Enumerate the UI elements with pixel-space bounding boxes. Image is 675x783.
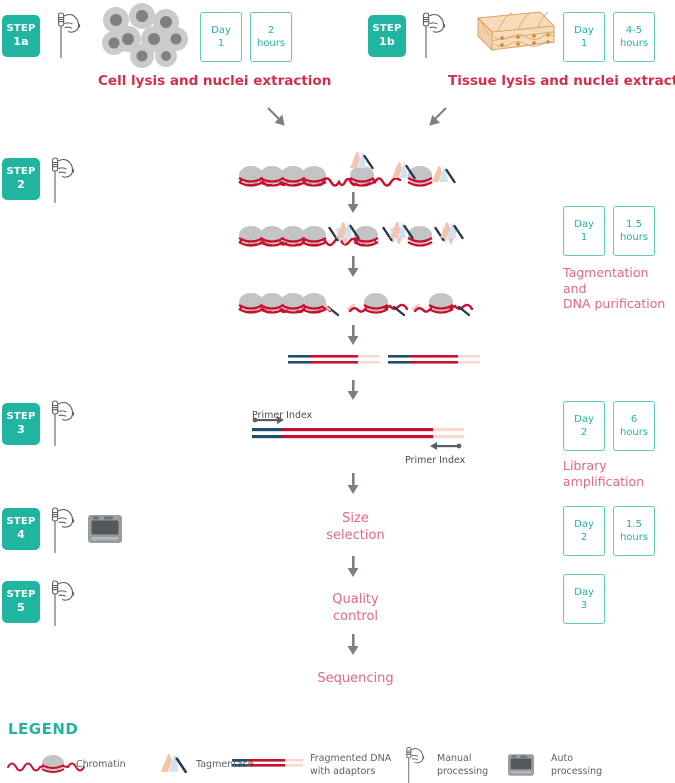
- duration-value: 6: [630, 413, 638, 425]
- flow-arrows: [347, 192, 359, 655]
- day-box-step2: Day 1: [563, 206, 605, 256]
- step-badge-number: 1a: [13, 35, 29, 49]
- day-label: Day: [574, 518, 594, 530]
- step-badge-3[interactable]: STEP 3: [2, 403, 40, 445]
- step-badge-label: STEP: [6, 165, 36, 177]
- duration-box-step3: 6 hours: [613, 401, 655, 451]
- tagmentase-icon: [348, 150, 374, 170]
- primer-index-top-label: Primer Index: [252, 410, 313, 421]
- tagmentase-icon: [438, 220, 464, 240]
- legend-label-tagmentase: Tagmentase: [196, 759, 254, 770]
- day-value: 3: [580, 600, 588, 611]
- hand-pipette-icon: [57, 12, 81, 59]
- side-label-step2: Tagmentation and DNA purification: [563, 265, 666, 312]
- duration-unit: hours: [619, 232, 649, 243]
- step-badge-number: 1b: [379, 35, 395, 49]
- primer-index-bottom-label: Primer Index: [405, 455, 466, 466]
- arrow-down: [347, 380, 359, 400]
- chromatin-row-1: [238, 150, 456, 187]
- duration-box-step1a: 2 hours: [250, 12, 292, 62]
- illustration-layer: [7, 3, 555, 783]
- day-label: Day: [211, 24, 231, 36]
- duration-unit: hours: [619, 38, 649, 49]
- step-badge-1a[interactable]: STEP 1a: [2, 15, 40, 57]
- step-badge-number: 3: [17, 423, 25, 437]
- caption-step1a: Cell lysis and nuclei extraction: [98, 73, 332, 89]
- day-label: Day: [574, 413, 594, 425]
- legend-label-chromatin: Chromatin: [76, 759, 126, 770]
- day-value: 2: [580, 427, 588, 438]
- step-badge-4[interactable]: STEP 4: [2, 508, 40, 550]
- arrow-down: [347, 325, 359, 345]
- amplified-library: [252, 416, 464, 450]
- duration-box-step4: 1.5 hours: [613, 506, 655, 556]
- day-box-step1a: Day 1: [200, 12, 242, 62]
- primer-arrow-bottom: [430, 442, 462, 450]
- duration-unit: hours: [256, 38, 286, 49]
- flow-label-size-selection: Size selection: [326, 511, 385, 543]
- tagmentase-icon: [430, 164, 456, 184]
- duration-value: 2: [267, 24, 275, 36]
- fragmented-dna-row: [288, 355, 480, 364]
- step-badge-2[interactable]: STEP 2: [2, 158, 40, 200]
- step-badge-5[interactable]: STEP 5: [2, 581, 40, 623]
- duration-unit: hours: [619, 532, 649, 543]
- converging-arrows: [267, 107, 447, 126]
- arrow-down: [347, 556, 359, 577]
- step-badge-number: 4: [17, 528, 25, 542]
- legend-label-manual: Manual processing: [437, 753, 489, 777]
- duration-value: 1.5: [626, 218, 642, 230]
- legend-label-auto: Auto processing: [551, 753, 603, 777]
- step-badge-number: 2: [17, 178, 25, 192]
- hand-pipette-icon: [51, 507, 75, 554]
- day-label: Day: [574, 218, 594, 230]
- hand-pipette-icon: [51, 580, 75, 627]
- hand-pipette-icon: [51, 157, 75, 204]
- flow-label-sequencing: Sequencing: [317, 671, 394, 686]
- legend-auto-processor-icon: [508, 754, 534, 776]
- day-value: 1: [580, 38, 588, 49]
- duration-box-step1b: 4-5 hours: [613, 12, 655, 62]
- day-value: 1: [217, 38, 225, 49]
- tissue-block-icon: [477, 11, 555, 52]
- arrow-down: [347, 473, 359, 494]
- cell-cluster-icon: [102, 3, 188, 68]
- day-box-step1b: Day 1: [563, 12, 605, 62]
- auto-processor-icon: [88, 515, 122, 543]
- workflow-diagram: STEP 1a Day 1 2 hours Cell lysis and nuc…: [0, 0, 675, 783]
- caption-step1b: Tissue lysis and nuclei extraction: [448, 73, 675, 89]
- step-badge-label: STEP: [6, 410, 36, 422]
- hand-pipette-icon: [51, 400, 75, 447]
- side-label-step3: Library amplification: [563, 458, 645, 489]
- chromatin-row-3: [238, 293, 474, 317]
- legend-title: LEGEND: [8, 720, 79, 738]
- day-box-step4: Day 2: [563, 506, 605, 556]
- day-box-step5: Day 3: [563, 574, 605, 624]
- day-label: Day: [574, 24, 594, 36]
- step-badge-1b[interactable]: STEP 1b: [368, 15, 406, 57]
- arrow-down: [347, 192, 359, 213]
- legend-chromatin-icon: [7, 755, 85, 773]
- hand-pipette-icon: [422, 12, 446, 59]
- legend-hand-pipette-icon: [406, 746, 425, 783]
- step-badge-label: STEP: [372, 22, 402, 34]
- step-badge-label: STEP: [6, 22, 36, 34]
- duration-value: 4-5: [625, 24, 643, 36]
- flow-label-quality-control: Quality control: [332, 592, 379, 624]
- duration-unit: hours: [619, 427, 649, 438]
- day-value: 2: [580, 532, 588, 543]
- chromatin-row-2: [238, 220, 464, 247]
- legend-tagmentase-icon: [159, 752, 188, 774]
- duration-value: 1.5: [626, 518, 642, 530]
- legend-label-fragmented-dna: Fragmented DNA with adaptors: [310, 753, 392, 777]
- arrow-down: [347, 256, 359, 277]
- day-value: 1: [580, 232, 588, 243]
- arrow-down: [347, 634, 359, 655]
- duration-box-step2: 1.5 hours: [613, 206, 655, 256]
- step-badge-number: 5: [17, 601, 25, 615]
- day-box-step3: Day 2: [563, 401, 605, 451]
- step-badge-label: STEP: [6, 515, 36, 527]
- step-badge-label: STEP: [6, 588, 36, 600]
- day-label: Day: [574, 586, 594, 598]
